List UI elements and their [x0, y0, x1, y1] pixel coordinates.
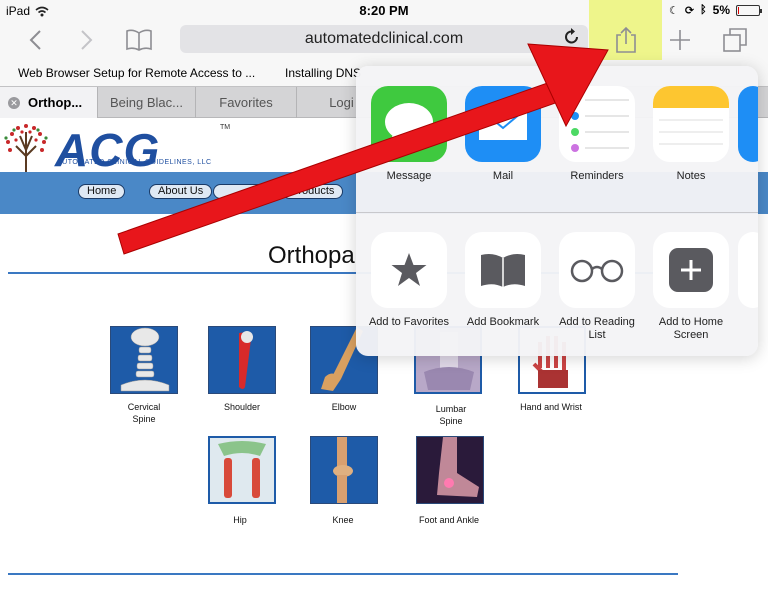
label-shoulder[interactable]: Shoulder — [192, 401, 292, 413]
label-knee[interactable]: Knee — [293, 514, 393, 526]
action-add-to-favorites[interactable]: Add to Favorites — [362, 232, 456, 329]
share-icon[interactable] — [609, 24, 643, 56]
tab-favorites[interactable]: Favorites — [196, 87, 297, 118]
browser-toolbar: automatedclinical.com — [0, 0, 768, 72]
action-add-to-reading-list[interactable]: Add to Reading List — [550, 232, 644, 342]
nav-products-button[interactable]: Products — [282, 184, 344, 199]
notes-icon — [653, 86, 729, 162]
bookmarks-icon[interactable] — [122, 24, 156, 56]
tree-logo-icon — [4, 124, 48, 178]
battery-level — [738, 6, 739, 14]
tab-label: Being Blac... — [110, 95, 183, 110]
nav-home-button[interactable]: Home — [78, 184, 126, 199]
share-app-notes[interactable]: Notes — [644, 86, 738, 182]
share-app-reminders[interactable]: Reminders — [550, 86, 644, 182]
battery-icon — [736, 4, 762, 16]
share-app-more[interactable] — [738, 86, 758, 162]
label-foot-and-ankle[interactable]: Foot and Ankle — [399, 514, 499, 526]
url-text: automatedclinical.com — [304, 30, 464, 47]
share-sheet: Message Mail Reminders Notes Add to Favo… — [356, 66, 758, 356]
orientation-lock-icon: ⟳ — [684, 4, 695, 17]
nav-about-us-button[interactable]: About Us — [149, 184, 213, 199]
logo-trademark: TM — [220, 124, 231, 131]
plus-icon — [653, 232, 729, 308]
address-bar[interactable]: automatedclinical.com — [180, 25, 588, 53]
reload-icon[interactable] — [564, 28, 580, 51]
share-sheet-divider — [356, 212, 758, 213]
bookmark-item[interactable]: Installing DNS — [285, 66, 361, 80]
share-app-mail[interactable]: Mail — [456, 86, 550, 182]
moon-icon: ☾ — [668, 4, 679, 17]
forward-icon[interactable] — [70, 24, 104, 56]
logo-subtitle: AUTOMATED CLINICAL GUIDELINES, LLC — [57, 159, 212, 166]
glasses-icon — [559, 232, 635, 308]
hip-image[interactable] — [208, 436, 276, 504]
tab-label: Logi — [329, 95, 354, 110]
label-elbow[interactable]: Elbow — [294, 401, 394, 413]
mail-icon — [465, 86, 541, 162]
share-app-message[interactable]: Message — [362, 86, 456, 182]
bookmark-item[interactable]: Web Browser Setup for Remote Access to .… — [18, 66, 255, 80]
new-tab-icon[interactable] — [663, 24, 697, 56]
label-cervical-spine[interactable]: Cervical Spine — [94, 401, 194, 425]
back-icon[interactable] — [18, 24, 52, 56]
battery-percent: 5% — [712, 3, 730, 17]
more-action-icon — [738, 232, 758, 308]
tabs-icon[interactable] — [718, 24, 752, 56]
action-add-bookmark[interactable]: Add Bookmark — [456, 232, 550, 329]
messages-icon — [371, 86, 447, 162]
tab-being-black[interactable]: Being Blac... — [98, 87, 196, 118]
app-icon-partial — [738, 86, 758, 162]
label-lumbar-spine[interactable]: Lumbar Spine — [401, 403, 501, 427]
site-logo[interactable]: ACG — [55, 123, 160, 177]
tab-label: Favorites — [219, 95, 273, 110]
label-hand-and-wrist[interactable]: Hand and Wrist — [501, 401, 601, 413]
bluetooth-icon: ᛒ — [700, 4, 707, 16]
divider-bottom — [8, 573, 678, 575]
knee-image[interactable] — [310, 436, 378, 504]
label-hip[interactable]: Hip — [190, 514, 290, 526]
shoulder-image[interactable] — [208, 326, 276, 394]
star-icon — [371, 232, 447, 308]
cervical-spine-image[interactable] — [110, 326, 178, 394]
nav-button-hidden[interactable] — [213, 184, 267, 199]
foot-and-ankle-image[interactable] — [416, 436, 484, 504]
tab-orthopaedics[interactable]: ✕ Orthop... — [0, 87, 98, 118]
book-icon — [465, 232, 541, 308]
action-add-to-home-screen[interactable]: Add to Home Screen — [644, 232, 738, 342]
tab-label: Orthop... — [28, 95, 83, 110]
close-icon[interactable]: ✕ — [8, 97, 20, 109]
page-title: Orthopa — [268, 242, 355, 269]
action-more[interactable] — [738, 232, 758, 308]
reminders-icon — [559, 86, 635, 162]
